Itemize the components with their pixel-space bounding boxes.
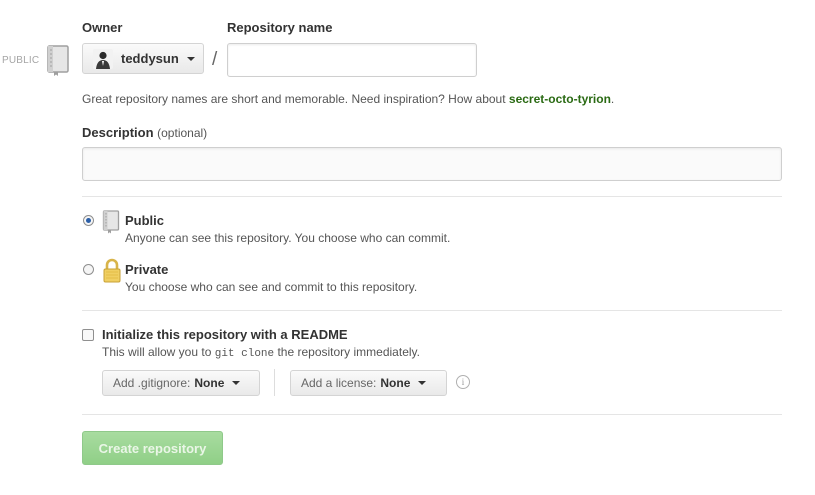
divider bbox=[82, 310, 782, 311]
repository-name-label: Repository name bbox=[227, 20, 333, 35]
license-value: None bbox=[380, 376, 411, 390]
chevron-down-icon bbox=[232, 381, 241, 385]
license-label: Add a license: bbox=[301, 376, 377, 390]
name-hint-suffix: . bbox=[610, 92, 615, 106]
readme-description: This will allow you to git clone the rep… bbox=[102, 345, 420, 360]
readme-label[interactable]: Initialize this repository with a README bbox=[102, 327, 348, 342]
info-icon[interactable]: i bbox=[456, 375, 470, 389]
owner-name: teddysun bbox=[121, 51, 179, 66]
readme-desc-after: the repository immediately. bbox=[274, 345, 420, 359]
chevron-down-icon bbox=[418, 381, 427, 385]
name-suggestion-link[interactable]: secret-octo-tyrion bbox=[509, 92, 611, 106]
private-option-description: You choose who can see and commit to thi… bbox=[125, 280, 418, 294]
chevron-down-icon bbox=[186, 56, 195, 61]
description-label-text: Description bbox=[82, 125, 154, 140]
visibility-side-label: PUBLIC bbox=[2, 55, 40, 66]
name-hint: Great repository names are short and mem… bbox=[82, 92, 614, 106]
repo-book-icon bbox=[46, 45, 70, 77]
owner-select[interactable]: teddysun bbox=[82, 43, 204, 74]
public-option-title: Public bbox=[125, 213, 165, 228]
readme-desc-code: git clone bbox=[214, 348, 275, 360]
divider bbox=[82, 414, 782, 415]
divider bbox=[274, 369, 275, 396]
name-hint-text: Great repository names are short and mem… bbox=[82, 92, 509, 106]
repo-book-icon bbox=[102, 210, 120, 234]
lock-icon bbox=[102, 258, 122, 284]
license-select[interactable]: Add a license: None bbox=[290, 370, 447, 396]
gitignore-label: Add .gitignore: bbox=[113, 376, 191, 390]
owner-label: Owner bbox=[82, 20, 123, 35]
avatar bbox=[93, 48, 113, 69]
private-option-title: Private bbox=[125, 262, 169, 277]
readme-checkbox[interactable] bbox=[82, 329, 94, 341]
description-label: Description (optional) bbox=[82, 125, 207, 140]
gitignore-value: None bbox=[194, 376, 225, 390]
description-optional: (optional) bbox=[157, 126, 208, 140]
public-option-description: Anyone can see this repository. You choo… bbox=[125, 231, 451, 245]
owner-repo-separator: / bbox=[212, 49, 218, 70]
repository-name-input[interactable] bbox=[227, 43, 477, 77]
create-repository-button[interactable]: Create repository bbox=[82, 431, 223, 465]
readme-desc-before: This will allow you to bbox=[102, 345, 215, 359]
divider bbox=[82, 196, 782, 197]
gitignore-select[interactable]: Add .gitignore: None bbox=[102, 370, 260, 396]
description-input[interactable] bbox=[82, 147, 782, 181]
private-radio[interactable] bbox=[83, 264, 94, 275]
public-radio[interactable] bbox=[83, 215, 94, 226]
